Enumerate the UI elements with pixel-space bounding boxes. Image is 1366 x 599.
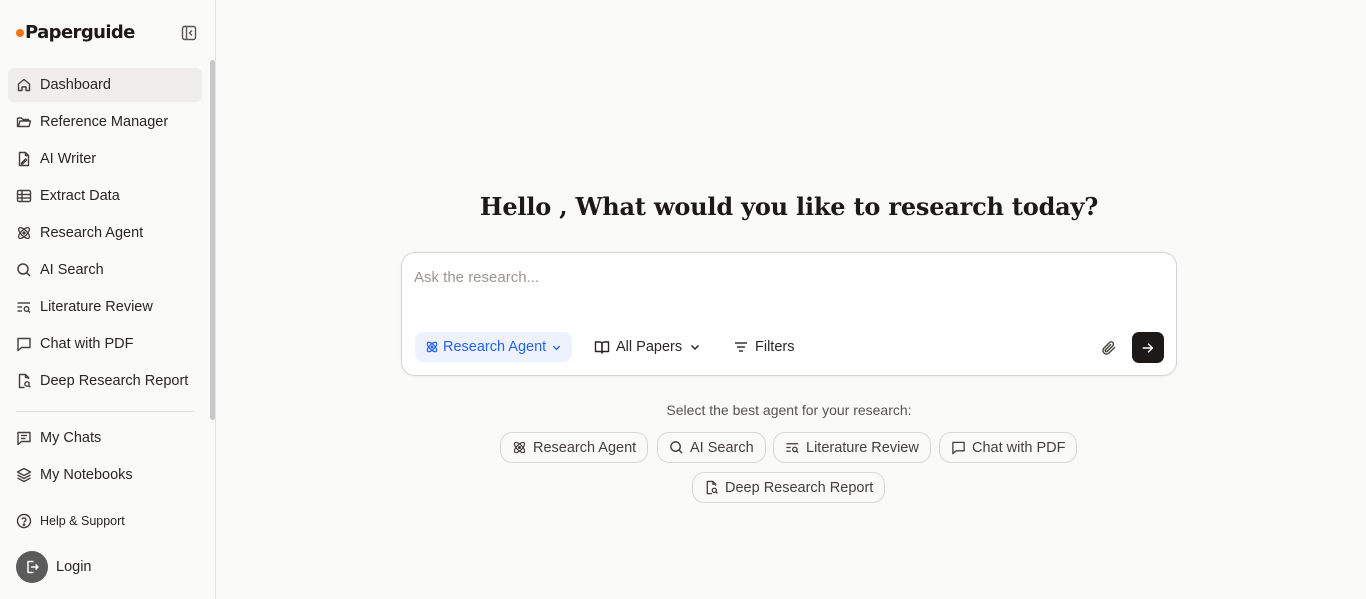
agent-chip-chat-with-pdf[interactable]: Chat with PDF [939, 432, 1078, 463]
document-search-icon [16, 373, 32, 389]
agent-suggestion-caption: Select the best agent for your research: [666, 402, 912, 418]
filters-label: Filters [755, 339, 795, 355]
folder-icon [16, 114, 32, 130]
sidebar-item-my-chats[interactable]: My Chats [8, 421, 202, 455]
sidebar-scrollbar[interactable] [210, 60, 215, 420]
sidebar-item-label: AI Writer [40, 151, 97, 167]
sidebar-item-label: Deep Research Report [40, 373, 189, 389]
logo[interactable]: Paperguide [16, 20, 135, 44]
sidebar-item-label: My Chats [40, 430, 102, 446]
sidebar-item-label: Dashboard [40, 77, 111, 93]
prompt-box: Research Agent All Papers Filters [401, 252, 1177, 376]
home-icon [16, 77, 32, 93]
login-label: Login [56, 559, 92, 575]
collapse-sidebar-icon[interactable] [180, 24, 197, 41]
chevron-down-icon [689, 341, 701, 353]
sidebar-item-ai-writer[interactable]: AI Writer [8, 142, 202, 176]
sidebar-item-research-agent[interactable]: Research Agent [8, 216, 202, 250]
atom-icon [425, 340, 439, 354]
sidebar-item-label: AI Search [40, 262, 104, 278]
help-label: Help & Support [40, 514, 125, 528]
chat-bubble-icon [16, 336, 32, 352]
list-search-icon [785, 440, 800, 455]
agent-chip-literature-review[interactable]: Literature Review [773, 432, 931, 463]
sidebar-item-label: Extract Data [40, 188, 120, 204]
papers-selector[interactable]: All Papers [594, 332, 701, 362]
sidebar-item-dashboard[interactable]: Dashboard [8, 68, 202, 102]
sidebar-item-label: Reference Manager [40, 114, 169, 130]
agent-chip-deep-research-report[interactable]: Deep Research Report [692, 472, 886, 503]
sidebar-item-deep-research-report[interactable]: Deep Research Report [8, 364, 202, 398]
agent-selector-label: Research Agent [443, 339, 547, 355]
help-support-link[interactable]: Help & Support [8, 504, 202, 538]
filter-icon [733, 339, 749, 355]
sidebar-item-extract-data[interactable]: Extract Data [8, 179, 202, 213]
sidebar-item-label: Chat with PDF [40, 336, 134, 352]
logo-text: Paperguide [25, 21, 135, 43]
search-icon [669, 440, 684, 455]
agent-selector[interactable]: Research Agent [415, 332, 573, 362]
document-pen-icon [16, 151, 32, 167]
attach-icon[interactable] [1099, 338, 1119, 358]
filters-button[interactable]: Filters [733, 332, 794, 362]
papers-selector-label: All Papers [616, 339, 683, 355]
atom-icon [512, 440, 527, 455]
chat-bubble-icon [951, 440, 966, 455]
sidebar-item-my-notebooks[interactable]: My Notebooks [8, 458, 202, 492]
agent-chip-ai-search[interactable]: AI Search [657, 432, 766, 463]
sidebar: Paperguide Dashboard Reference Manager A… [0, 0, 216, 599]
chip-label: AI Search [690, 439, 754, 456]
send-button[interactable] [1132, 332, 1164, 363]
chip-label: Literature Review [806, 439, 919, 456]
logo-dot [16, 29, 24, 37]
help-circle-icon [16, 513, 32, 529]
chat-lines-icon [16, 430, 32, 446]
login-icon [16, 551, 48, 583]
login-button[interactable]: Login [16, 551, 91, 583]
book-open-icon [594, 339, 610, 355]
chip-label: Research Agent [533, 439, 637, 456]
document-search-icon [704, 480, 719, 495]
sidebar-item-reference-manager[interactable]: Reference Manager [8, 105, 202, 139]
sidebar-item-label: Literature Review [40, 299, 153, 315]
sidebar-item-label: My Notebooks [40, 467, 133, 483]
chip-label: Chat with PDF [972, 439, 1066, 456]
chevron-down-icon [551, 342, 562, 353]
layers-icon [16, 467, 32, 483]
agent-chip-research-agent[interactable]: Research Agent [500, 432, 649, 463]
arrow-right-icon [1141, 341, 1155, 355]
sidebar-item-chat-with-pdf[interactable]: Chat with PDF [8, 327, 202, 361]
table-icon [16, 188, 32, 204]
research-input[interactable] [414, 265, 1154, 289]
sidebar-item-ai-search[interactable]: AI Search [8, 253, 202, 287]
page-title: Hello , What would you like to research … [479, 192, 1099, 221]
sidebar-item-label: Research Agent [40, 225, 144, 241]
atom-icon [16, 225, 32, 241]
sidebar-divider [16, 411, 194, 412]
sidebar-item-literature-review[interactable]: Literature Review [8, 290, 202, 324]
search-icon [16, 262, 32, 278]
list-search-icon [16, 299, 32, 315]
chip-label: Deep Research Report [725, 479, 874, 496]
